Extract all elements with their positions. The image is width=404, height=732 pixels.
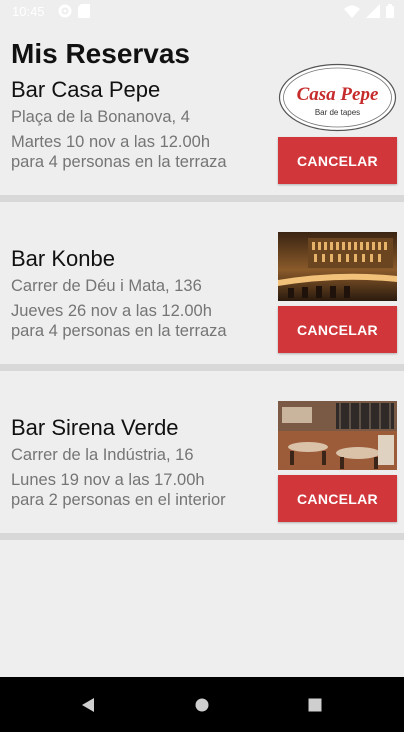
casa-pepe-logo: Casa Pepe Bar de tapes — [278, 63, 397, 132]
navigation-bar — [0, 677, 404, 732]
reservation-card-sirena-verde: Bar Sirena Verde Carrer de la Indústria,… — [0, 338, 404, 522]
reservation-date: Martes 10 nov a las 12.00h — [11, 133, 211, 151]
logo-subtext: Bar de tapes — [315, 108, 360, 117]
bar-interior-photo — [278, 232, 397, 301]
reservation-card-konbe: Bar Konbe Carrer de Déu i Mata, 136 Juev… — [0, 169, 404, 353]
reservation-address: Carrer de la Indústria, 16 — [11, 446, 194, 464]
reservation-date: Lunes 19 nov a las 17.00h — [11, 471, 205, 489]
home-icon[interactable] — [172, 677, 232, 732]
reservation-address: Carrer de Déu i Mata, 136 — [11, 277, 202, 295]
reservation-name: Bar Casa Pepe — [11, 77, 161, 102]
reservation-address: Plaça de la Bonanova, 4 — [11, 108, 190, 126]
back-icon[interactable] — [58, 677, 118, 732]
reservation-date: Jueves 26 nov a las 12.00h — [11, 302, 212, 320]
restaurant-interior-photo — [278, 401, 397, 470]
reservation-party: para 2 personas en el interior — [11, 491, 226, 509]
logo-text: Casa Pepe — [297, 84, 379, 105]
reservation-name: Bar Sirena Verde — [11, 415, 179, 440]
cancel-button[interactable]: CANCELAR — [278, 475, 397, 522]
recents-icon[interactable] — [285, 677, 345, 732]
divider — [0, 533, 404, 540]
reservation-card-casa-pepe: Bar Casa Pepe Plaça de la Bonanova, 4 Ma… — [0, 0, 404, 184]
reservation-name: Bar Konbe — [11, 246, 115, 271]
